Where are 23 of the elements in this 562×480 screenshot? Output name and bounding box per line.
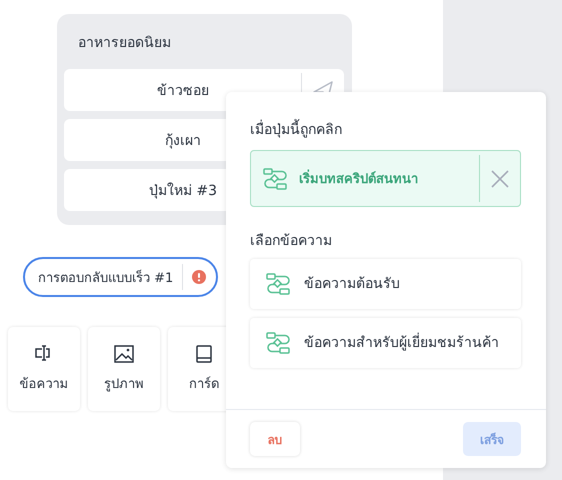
section-label: เลือกข้อความ bbox=[250, 232, 333, 251]
message-option-label: ข้อความต้อนรับ bbox=[304, 275, 401, 294]
menu-button-label: ปุ่มใหม่ #3 bbox=[148, 182, 218, 201]
close-icon[interactable] bbox=[491, 170, 509, 188]
image-icon bbox=[114, 344, 134, 362]
content-type-tile[interactable]: การ์ด bbox=[168, 327, 240, 411]
flow-icon bbox=[266, 332, 290, 354]
content-type-tile[interactable]: รูปภาพ bbox=[88, 327, 160, 411]
quick-reply-button[interactable]: การตอบกลับแบบเร็ว #1 bbox=[23, 257, 218, 297]
card-icon bbox=[196, 344, 212, 362]
tile-label: การ์ด bbox=[189, 376, 219, 394]
tile-label: รูปภาพ bbox=[104, 376, 144, 394]
message-option-label: ข้อความสำหรับผู้เยี่ยมชมร้านค้า bbox=[304, 331, 505, 355]
card-title: อาหารยอดนิยม bbox=[77, 34, 172, 53]
menu-button-label: กุ้งเผา bbox=[165, 132, 201, 151]
flow-icon bbox=[263, 168, 287, 190]
flow-icon bbox=[266, 273, 290, 295]
tile-label: ข้อความ bbox=[20, 376, 68, 394]
quick-reply-label: การตอบกลับแบบเร็ว #1 bbox=[38, 268, 174, 288]
message-option[interactable]: ข้อความต้อนรับ bbox=[250, 259, 521, 309]
content-type-tile[interactable]: ข้อความ bbox=[8, 327, 80, 411]
menu-button-label: ข้าวซอย bbox=[157, 82, 209, 101]
message-option[interactable]: ข้อความสำหรับผู้เยี่ยมชมร้านค้า bbox=[250, 318, 521, 368]
